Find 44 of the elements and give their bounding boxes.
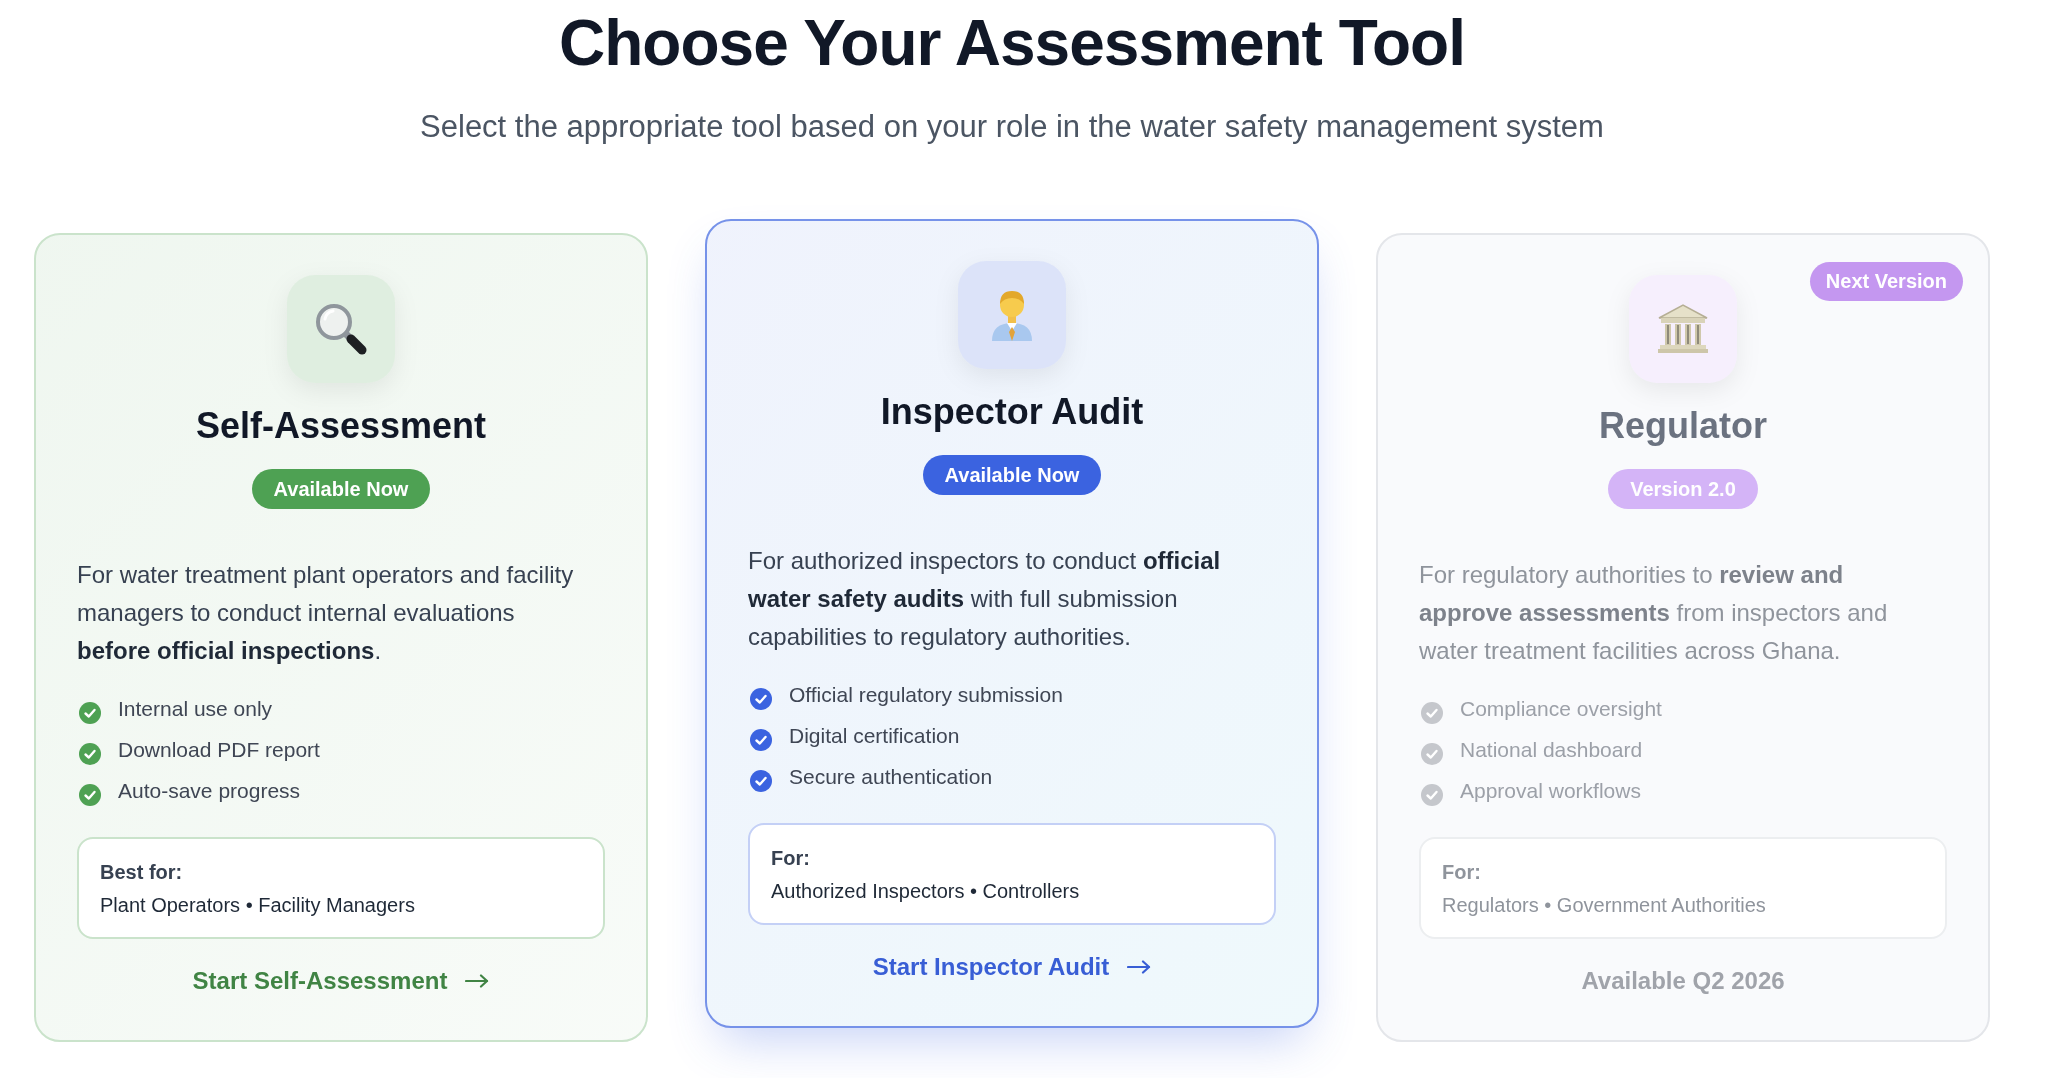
card-description: For water treatment plant operators and facility managers to conduct internal evaluations before official inspections. — [77, 560, 575, 666]
check-circle-icon — [1421, 743, 1443, 765]
audience-value: Regulators • Government Authorities — [1442, 893, 1767, 918]
magnifier-icon — [287, 275, 395, 383]
card-title: Self-Assessment — [195, 404, 487, 448]
audience-label: For: — [1442, 860, 1482, 885]
columned-building-icon — [1629, 275, 1737, 383]
feature-text: Download PDF report — [118, 737, 320, 763]
arrow-right-icon — [465, 974, 490, 988]
check-circle-icon — [750, 688, 772, 710]
feature-text: National dashboard — [1460, 737, 1643, 763]
card-description: For authorized inspectors to conduct official water safety audits with full submission capabilities to regulatory authorities. — [748, 546, 1222, 652]
card-description: For regulatory authorities to review and approve assessments from inspectors and water treatment facilities across Ghana. — [1419, 560, 1889, 666]
check-circle-icon — [1421, 784, 1443, 806]
card-title: Inspector Audit — [880, 390, 1144, 434]
page-subtitle: Select the appropriate tool based on your role in the water safety management system — [419, 109, 1605, 145]
audience-value: Plant Operators • Facility Managers — [100, 893, 416, 918]
start-link[interactable]: Start Self-Assessment — [192, 966, 490, 996]
status-badge: Available Now — [922, 455, 1102, 495]
status-badge: Available Now — [251, 469, 431, 509]
feature-text: Auto-save progress — [118, 778, 301, 804]
check-circle-icon — [79, 743, 101, 765]
corner-badge: Next Version — [1809, 262, 1963, 301]
card-title: Regulator — [1599, 404, 1767, 448]
availability-note: Available Q2 2026 — [1581, 966, 1785, 996]
page-title: Choose Your Assessment Tool — [558, 6, 1466, 81]
check-circle-icon — [750, 770, 772, 792]
audience-value: Authorized Inspectors • Controllers — [771, 879, 1081, 904]
feature-text: Compliance oversight — [1460, 696, 1662, 722]
start-link[interactable]: Start Inspector Audit — [872, 952, 1152, 982]
arrow-right-icon — [1127, 960, 1152, 974]
feature-text: Approval workflows — [1460, 778, 1641, 804]
audience-label: For: — [771, 846, 811, 871]
person-icon — [958, 261, 1066, 369]
feature-text: Secure authentication — [789, 764, 993, 790]
check-circle-icon — [79, 784, 101, 806]
check-circle-icon — [750, 729, 772, 751]
feature-text: Official regulatory submission — [789, 682, 1063, 708]
check-circle-icon — [79, 702, 101, 724]
check-circle-icon — [1421, 702, 1443, 724]
audience-label: Best for: — [100, 860, 184, 885]
feature-text: Internal use only — [118, 696, 273, 722]
status-badge: Version 2.0 — [1608, 469, 1758, 509]
feature-text: Digital certification — [789, 723, 960, 749]
